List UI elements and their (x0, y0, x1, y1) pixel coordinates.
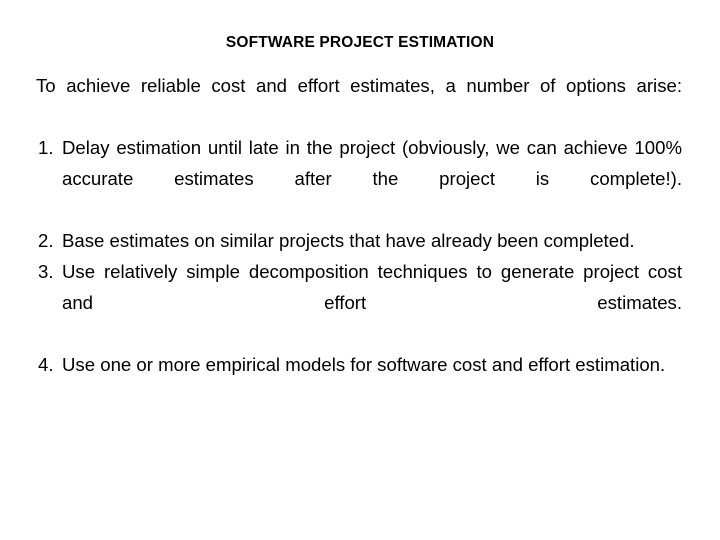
list-item-marker: 3. (38, 261, 54, 282)
slide-body: To achieve reliable cost and effort esti… (36, 70, 682, 380)
list-item: 3. Use relatively simple decomposition t… (36, 256, 682, 349)
page-title: SOFTWARE PROJECT ESTIMATION (225, 34, 495, 51)
list-item: 2. Base estimates on similar projects th… (36, 225, 682, 256)
list-item-marker: 2. (38, 230, 54, 251)
options-list: 1. Delay estimation until late in the pr… (36, 132, 682, 380)
list-item-text: Use one or more empirical models for sof… (62, 354, 666, 375)
list-item-text: Base estimates on similar projects that … (62, 230, 635, 251)
list-item-marker: 4. (38, 354, 54, 375)
list-item-marker: 1. (38, 137, 54, 158)
slide-canvas: SOFTWARE PROJECT ESTIMATION To achieve r… (0, 0, 720, 540)
intro-paragraph: To achieve reliable cost and effort esti… (36, 75, 682, 96)
list-item-text: Delay estimation until late in the proje… (62, 137, 682, 189)
list-item-text: Use relatively simple decomposition tech… (62, 261, 682, 313)
list-item: 1. Delay estimation until late in the pr… (36, 132, 682, 225)
list-item: 4. Use one or more empirical models for … (36, 349, 682, 380)
